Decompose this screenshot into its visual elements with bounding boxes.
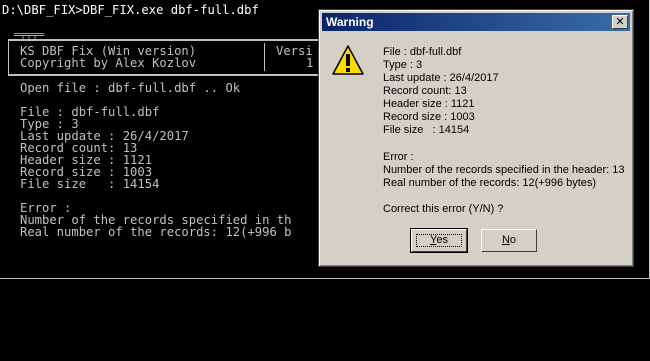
console-banner-version-num: 1 [306, 56, 314, 70]
dialog-title: Warning [326, 15, 374, 29]
dialog-type: Type : 3 [383, 59, 423, 71]
dialog-record-count: Record count: 13 [383, 85, 467, 97]
console-prompt-line: D:\DBF_FIX>DBF_FIX.exe dbf-full.dbf [2, 3, 259, 17]
dialog-header-size: Header size : 1121 [383, 98, 475, 110]
dialog-titlebar[interactable]: Warning ✕ [322, 13, 630, 31]
dialog-error-label: Error : [383, 151, 414, 163]
close-icon: ✕ [615, 16, 625, 28]
banner-left-border [8, 39, 9, 76]
no-mnemonic: N [501, 234, 510, 246]
no-label-rest: o [509, 234, 517, 246]
dialog-file-size: File size : 14154 [383, 124, 470, 136]
dialog-question: Correct this error (Y/N) ? [383, 203, 504, 215]
focus-rectangle [416, 234, 462, 247]
dialog-last-update: Last update : 26/4/2017 [383, 72, 499, 84]
dialog-file: File : dbf-full.dbf [383, 46, 462, 58]
console-open-file: Open file : dbf-full.dbf .. Ok [20, 81, 241, 95]
console-file-size: File size : 14154 [20, 177, 160, 191]
warning-icon [332, 45, 364, 75]
close-button[interactable]: ✕ [612, 15, 628, 29]
yes-button[interactable]: Yes [410, 228, 468, 253]
no-button[interactable]: No [481, 229, 537, 252]
console-banner-copyright: Copyright by Alex Kozlov [20, 56, 197, 70]
warning-dialog: Warning ✕ File : dbf-full.dbf Type : 3 L… [318, 9, 634, 267]
dialog-error-line2: Real number of the records: 12(+996 byte… [383, 177, 597, 189]
banner-top-border [8, 39, 338, 41]
dialog-record-size: Record size : 1003 [383, 111, 475, 123]
console-error-line2: Real number of the records: 12(+996 b [20, 225, 292, 239]
banner-bottom-border [8, 74, 338, 76]
banner-divider [264, 43, 265, 71]
dialog-error-line1: Number of the records specified in the h… [383, 164, 625, 176]
